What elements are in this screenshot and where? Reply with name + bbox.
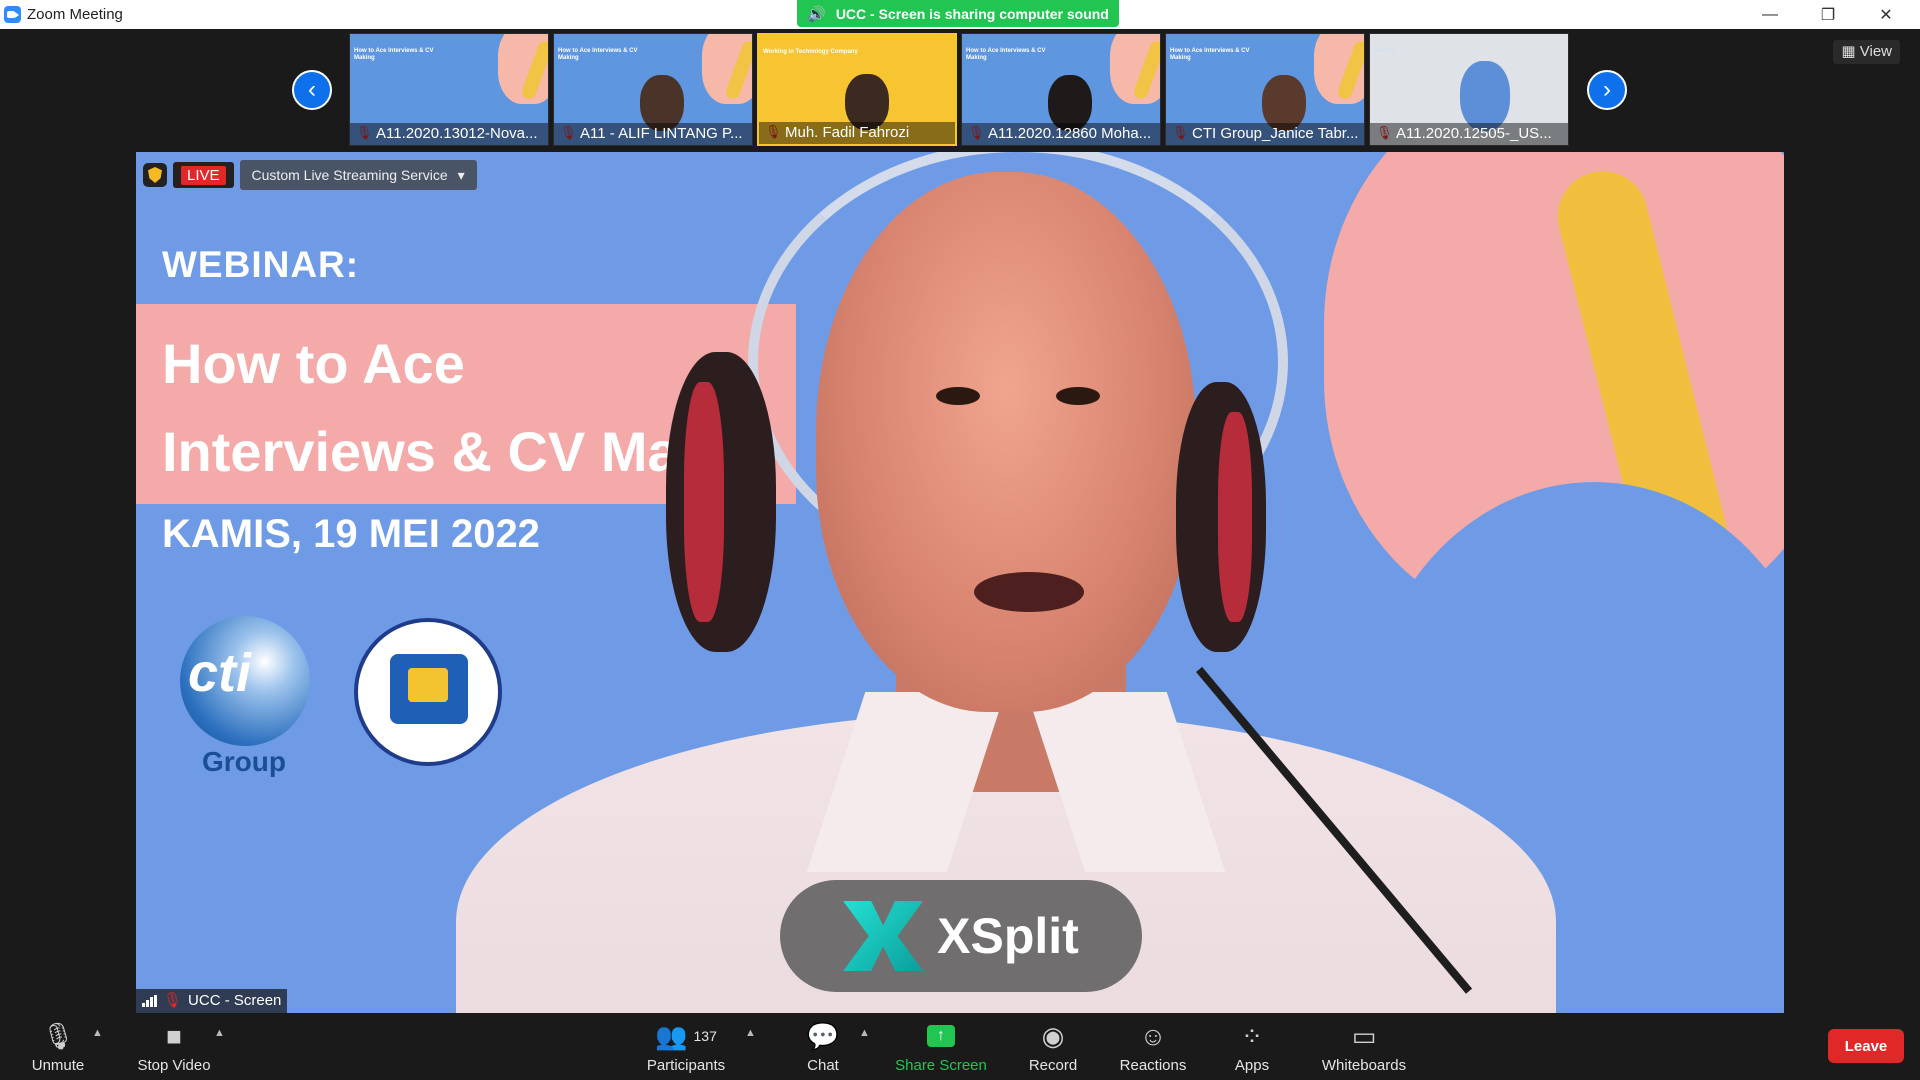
participant-tile[interactable]: Asking 🎙 A11.2020.12505-_US... bbox=[1369, 33, 1569, 146]
video-camera-icon: ■ bbox=[166, 1020, 182, 1051]
sharing-sound-banner[interactable]: 🔊 UCC - Screen is sharing computer sound bbox=[797, 0, 1119, 27]
headphone-right bbox=[1176, 382, 1266, 652]
unmute-button[interactable]: 🎙 Unmute bbox=[18, 1013, 98, 1080]
participant-tile[interactable]: How to Ace Interviews & CV Making 🎙 A11 … bbox=[553, 33, 753, 146]
video-options-caret[interactable]: ▲ bbox=[214, 1027, 225, 1039]
record-icon: ◉ bbox=[1041, 1020, 1065, 1051]
whiteboards-button[interactable]: ▭ Whiteboards bbox=[1316, 1013, 1412, 1080]
participant-strip bbox=[0, 29, 1920, 152]
caret-down-icon: ▾ bbox=[457, 166, 465, 183]
leave-button[interactable]: Leave bbox=[1828, 1029, 1904, 1063]
participants-button[interactable]: 👥 137 Participants bbox=[636, 1013, 736, 1080]
audio-options-caret[interactable]: ▲ bbox=[92, 1027, 103, 1039]
stop-video-button[interactable]: ■ Stop Video bbox=[128, 1013, 220, 1080]
slide-date: KAMIS, 19 MEI 2022 bbox=[162, 512, 540, 556]
sharing-sound-text: UCC - Screen is sharing computer sound bbox=[835, 5, 1109, 22]
next-page-button[interactable]: › bbox=[1587, 70, 1627, 110]
window-title: Zoom Meeting bbox=[27, 6, 123, 23]
tile-slide-text: How to Ace Interviews & CV Making bbox=[1170, 48, 1250, 61]
slide-heading: WEBINAR: bbox=[162, 244, 360, 285]
xsplit-label: XSplit bbox=[937, 908, 1079, 964]
reactions-button[interactable]: ☺ Reactions bbox=[1114, 1013, 1192, 1080]
security-shield-icon[interactable] bbox=[143, 163, 167, 187]
close-button[interactable]: ✕ bbox=[1858, 0, 1914, 29]
participants-count: 137 bbox=[693, 1028, 717, 1044]
smiley-plus-icon: ☺ bbox=[1139, 1020, 1167, 1051]
tile-slide-text: How to Ace Interviews & CV Making bbox=[354, 48, 434, 61]
apps-icon: ⁘ bbox=[1241, 1020, 1263, 1051]
cti-logo-text: cti bbox=[188, 643, 252, 703]
speaker-head bbox=[816, 172, 1196, 712]
apps-button[interactable]: ⁘ Apps bbox=[1224, 1013, 1280, 1080]
speaker-name-tag: 🎙 UCC - Screen bbox=[136, 989, 288, 1013]
speaker-icon: 🔊 bbox=[807, 5, 826, 23]
share-screen-icon: ↑ bbox=[927, 1025, 955, 1047]
xsplit-logo-icon bbox=[843, 901, 924, 971]
mic-muted-icon: 🎙 bbox=[41, 1020, 75, 1051]
participant-tile-active-speaker[interactable]: Working in Technology Company 🎙 Muh. Fad… bbox=[757, 33, 957, 146]
meeting-toolbar: 🎙 Unmute ▲ ■ Stop Video ▲ 👥 137 Participa… bbox=[0, 1013, 1920, 1080]
cti-group-text: Group bbox=[202, 746, 286, 777]
record-button[interactable]: ◉ Record bbox=[1018, 1013, 1088, 1080]
participant-tile[interactable]: How to Ace Interviews & CV Making 🎙 CTI … bbox=[1165, 33, 1365, 146]
restore-button[interactable]: ❐ bbox=[1800, 0, 1856, 29]
headphone-left bbox=[666, 352, 776, 652]
slide-title: How to Ace Interviews & CV Ma bbox=[162, 332, 679, 483]
participant-name: Muh. Fadil Fahrozi bbox=[759, 122, 955, 144]
live-badge[interactable]: LIVE bbox=[173, 162, 234, 188]
muted-mic-icon: 🎙 bbox=[163, 992, 183, 1009]
tile-slide-text: Asking bbox=[1374, 48, 1395, 54]
stream-service-dropdown[interactable]: Custom Live Streaming Service ▾ bbox=[239, 160, 477, 190]
chevron-left-icon: ‹ bbox=[308, 76, 316, 103]
participant-tile[interactable]: How to Ace Interviews & CV Making 🎙 A11.… bbox=[349, 33, 549, 146]
participant-name: A11.2020.13012-Nova... bbox=[350, 123, 548, 145]
participants-icon: 👥 bbox=[655, 1020, 688, 1051]
minimize-button[interactable]: — bbox=[1742, 0, 1798, 29]
udinus-logo bbox=[354, 618, 502, 766]
participants-options-caret[interactable]: ▲ bbox=[745, 1027, 756, 1039]
participant-tile[interactable]: How to Ace Interviews & CV Making 🎙 A11.… bbox=[961, 33, 1161, 146]
signal-strength-icon bbox=[142, 995, 157, 1007]
title-bar: Zoom Meeting 🔊 UCC - Screen is sharing c… bbox=[0, 0, 1920, 29]
tile-slide-text: Working in Technology Company bbox=[763, 49, 858, 55]
xsplit-watermark: XSplit bbox=[780, 880, 1142, 992]
chevron-right-icon: › bbox=[1603, 76, 1611, 103]
participant-name: A11.2020.12860 Moha... bbox=[962, 123, 1160, 145]
participant-name: A11.2020.12505-_US... bbox=[1370, 123, 1568, 145]
whiteboard-icon: ▭ bbox=[1351, 1020, 1377, 1051]
previous-page-button[interactable]: ‹ bbox=[292, 70, 332, 110]
tile-slide-text: How to Ace Interviews & CV Making bbox=[966, 48, 1046, 61]
live-indicator-group: LIVE Custom Live Streaming Service ▾ bbox=[143, 160, 477, 190]
participant-name: A11 - ALIF LINTANG P... bbox=[554, 123, 752, 145]
participant-video bbox=[1460, 61, 1510, 131]
share-screen-button[interactable]: ↑ Share Screen bbox=[888, 1013, 994, 1080]
chat-options-caret[interactable]: ▲ bbox=[859, 1027, 870, 1039]
chat-button[interactable]: 💬 Chat bbox=[790, 1013, 856, 1080]
view-button[interactable]: ▦ View bbox=[1833, 40, 1900, 64]
zoom-app-icon bbox=[4, 6, 21, 23]
tile-slide-text: How to Ace Interviews & CV Making bbox=[558, 48, 638, 61]
participant-name: CTI Group_Janice Tabr... bbox=[1166, 123, 1364, 145]
grid-icon: ▦ bbox=[1841, 43, 1856, 60]
chat-bubble-icon: 💬 bbox=[806, 1020, 840, 1051]
